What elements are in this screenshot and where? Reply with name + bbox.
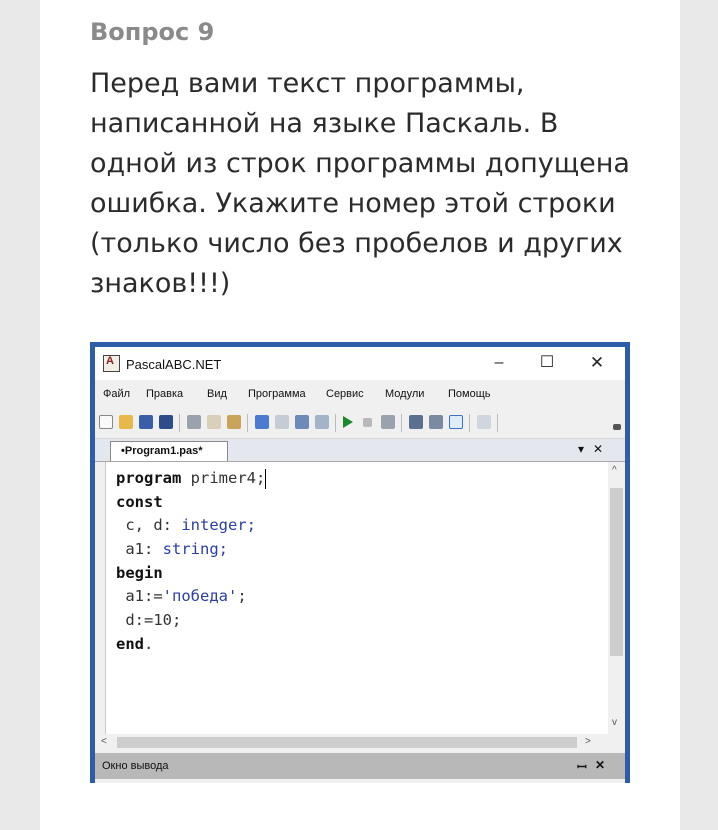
- close-window-button[interactable]: ✕: [583, 353, 611, 373]
- menu-bar: Файл Правка Вид Программа Сервис Модули …: [95, 380, 625, 408]
- tab-bar: •Program1.pas* ▾ ✕: [95, 439, 625, 462]
- scroll-down-arrow-icon[interactable]: v: [612, 717, 617, 728]
- code-line-4: a1: string;: [116, 537, 228, 561]
- toolbar-separator: [469, 414, 470, 432]
- toolbar-separator: [335, 414, 336, 432]
- menu-view[interactable]: Вид: [207, 388, 227, 400]
- paste-icon[interactable]: [227, 415, 241, 429]
- string-literal: 'победа': [162, 587, 238, 605]
- output-window-icon[interactable]: [449, 415, 463, 429]
- ide-window: A PascalABC.NET – ☐ ✕ Файл Правка Вид Пр…: [95, 347, 625, 783]
- toolbar-overflow-icon[interactable]: [613, 424, 621, 430]
- code-text: ;: [172, 611, 182, 629]
- code-text: d:=: [116, 611, 154, 629]
- code-text: primer4;: [181, 469, 266, 487]
- scroll-left-arrow-icon[interactable]: <: [101, 736, 107, 747]
- type-name: string;: [162, 540, 228, 558]
- new-file-icon[interactable]: [99, 415, 113, 429]
- step-over-icon[interactable]: [429, 415, 443, 429]
- code-text: ;: [237, 587, 247, 605]
- menu-modules[interactable]: Модули: [385, 388, 424, 400]
- output-panel-header: Окно вывода ꟷ ✕: [95, 753, 625, 779]
- undo-icon[interactable]: [255, 415, 269, 429]
- save-icon[interactable]: [139, 415, 153, 429]
- scroll-up-arrow-icon[interactable]: ^: [612, 465, 617, 476]
- code-text: c, d:: [116, 516, 182, 534]
- menu-file[interactable]: Файл: [103, 388, 130, 400]
- ide-screenshot: A PascalABC.NET – ☐ ✕ Файл Правка Вид Пр…: [90, 342, 630, 783]
- tab-close-icon[interactable]: ✕: [593, 442, 603, 456]
- output-close-icon[interactable]: ✕: [595, 758, 605, 772]
- debug-icon[interactable]: [381, 415, 395, 429]
- maximize-button[interactable]: ☐: [533, 353, 561, 373]
- form-designer-icon[interactable]: [477, 415, 491, 429]
- code-line-7: d:=10;: [116, 608, 181, 632]
- format-code-icon[interactable]: [295, 415, 309, 429]
- scroll-right-arrow-icon[interactable]: >: [585, 736, 591, 747]
- menu-edit[interactable]: Правка: [146, 388, 183, 400]
- save-all-icon[interactable]: [159, 415, 173, 429]
- horizontal-scrollbar[interactable]: < >: [95, 734, 625, 751]
- open-folder-icon[interactable]: [119, 415, 133, 429]
- code-line-6: a1:='победа';: [116, 584, 247, 608]
- type-name: integer;: [181, 516, 256, 534]
- toolbar: [95, 408, 625, 439]
- code-line-1: program primer4;: [116, 466, 267, 490]
- code-line-3: c, d: integer;: [116, 513, 256, 537]
- code-text: a1:=: [116, 587, 163, 605]
- title-bar: A PascalABC.NET – ☐ ✕: [95, 347, 625, 380]
- number-literal: 10: [153, 611, 172, 629]
- code-editor[interactable]: program primer4; const c, d: integer; a1…: [105, 462, 608, 734]
- pascalabc-app-icon: A: [103, 355, 120, 372]
- menu-service[interactable]: Сервис: [326, 388, 364, 400]
- tab-program1[interactable]: •Program1.pas*: [110, 441, 228, 461]
- pin-icon[interactable]: ꟷ: [577, 758, 587, 775]
- redo-icon[interactable]: [275, 415, 289, 429]
- code-line-5: begin: [116, 561, 163, 585]
- run-icon[interactable]: [343, 416, 353, 428]
- navigate-icon[interactable]: [315, 415, 329, 429]
- keyword: const: [116, 493, 163, 511]
- menu-program[interactable]: Программа: [248, 388, 306, 400]
- tab-dropdown-icon[interactable]: ▾: [578, 442, 584, 456]
- copy-icon[interactable]: [207, 415, 221, 429]
- window-title: PascalABC.NET: [126, 357, 222, 372]
- step-into-icon[interactable]: [409, 415, 423, 429]
- code-text: .: [144, 635, 154, 653]
- code-line-8: end.: [116, 632, 153, 656]
- text-caret: [265, 468, 267, 489]
- code-line-2: const: [116, 490, 163, 514]
- toolbar-separator: [497, 414, 498, 432]
- toolbar-separator: [179, 414, 180, 432]
- question-card: Вопрос 9 Перед вами текст программы, нап…: [40, 0, 680, 830]
- cut-icon[interactable]: [187, 415, 201, 429]
- code-text: a1:: [116, 540, 163, 558]
- output-panel-title: Окно вывода: [102, 760, 169, 772]
- question-number: Вопрос 9: [90, 18, 215, 46]
- keyword: begin: [116, 564, 163, 582]
- horizontal-scroll-thumb[interactable]: [117, 737, 577, 748]
- menu-help[interactable]: Помощь: [448, 388, 491, 400]
- toolbar-separator: [401, 414, 402, 432]
- vertical-scrollbar[interactable]: ^ v: [608, 462, 625, 734]
- toolbar-separator: [247, 414, 248, 432]
- keyword: end: [116, 635, 144, 653]
- minimize-button[interactable]: –: [485, 353, 513, 373]
- keyword: program: [116, 469, 182, 487]
- stop-icon[interactable]: [363, 418, 372, 427]
- vertical-scroll-thumb[interactable]: [610, 488, 623, 656]
- question-text: Перед вами текст программы, написанной н…: [90, 68, 630, 299]
